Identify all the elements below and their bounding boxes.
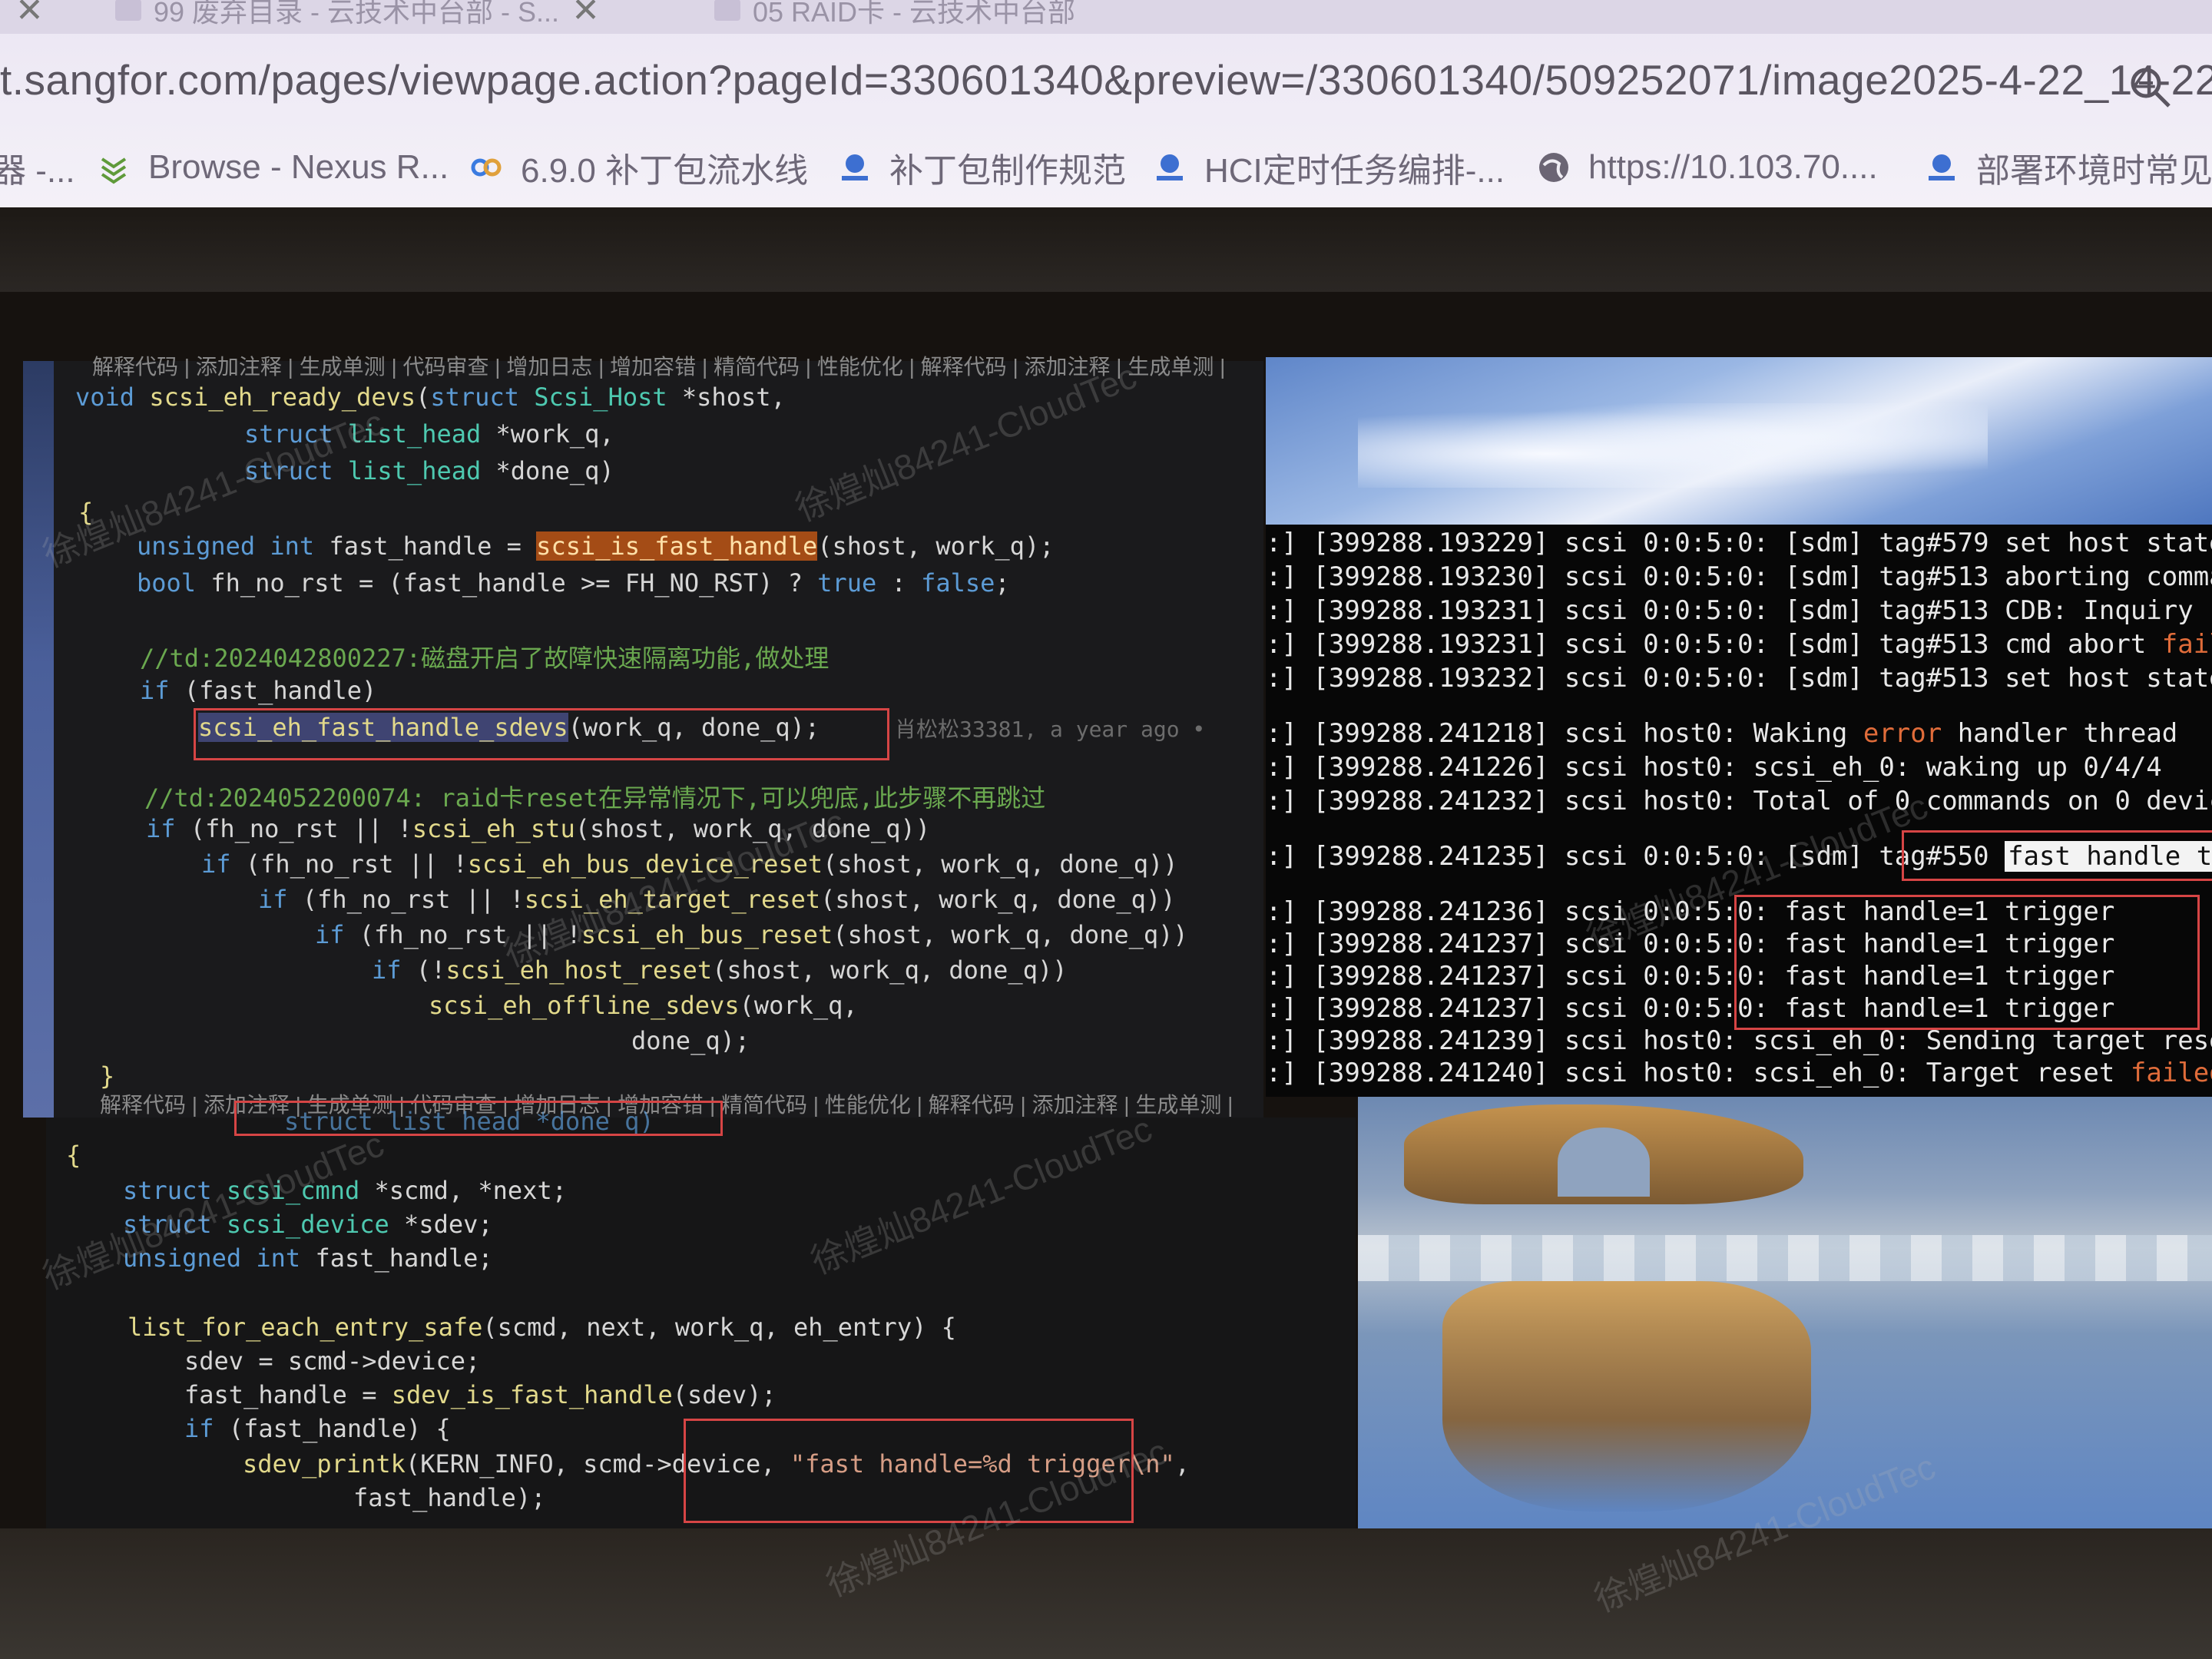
zoom-icon[interactable] — [2128, 65, 2174, 111]
log-line: :] [399288.193231] scsi 0:0:5:0: [sdm] t… — [1266, 629, 2212, 660]
code-line: void scsi_eh_ready_devs(struct Scsi_Host… — [75, 382, 786, 412]
pipeline-icon — [471, 158, 502, 177]
sangfor-icon — [842, 154, 868, 180]
code-line: unsigned int fast_handle = scsi_is_fast_… — [137, 531, 1055, 561]
highlight-box — [1902, 830, 2212, 881]
code-comment: //td:2024052200074: raid卡reset在异常情况下,可以兜… — [144, 783, 1046, 813]
waves-image — [1358, 1235, 2212, 1281]
monitor-bezel — [0, 207, 2212, 292]
sangfor-icon — [714, 0, 740, 21]
tab-close-icon[interactable]: ✕ — [15, 0, 44, 29]
code-line: if (fh_no_rst || !scsi_eh_bus_reset(shos… — [315, 920, 1188, 949]
line-number-gutter — [23, 361, 54, 1118]
tab-bar: ✕ 99 废弃目录 - 云技术中台部 - S... ✕ 05 RAID卡 - 云… — [0, 0, 2212, 34]
globe-icon — [1539, 153, 1568, 182]
browser-tab-1[interactable]: 99 废弃目录 - 云技术中台部 - S... ✕ — [115, 0, 600, 29]
code-line: fast_handle = sdev_is_fast_handle(sdev); — [184, 1380, 777, 1409]
log-line: :] [399288.241232] scsi host0: Total of … — [1266, 786, 2212, 816]
code-line: if (fast_handle) — [140, 676, 377, 705]
code-line: if (fast_handle) { — [184, 1414, 451, 1443]
wallpaper-sky — [1266, 357, 2212, 525]
bookmark-item[interactable]: 补丁包制作规范 — [837, 137, 1126, 198]
bookmark-item[interactable]: 器 -... — [0, 137, 75, 198]
log-line: :] [399288.193230] scsi 0:0:5:0: [sdm] t… — [1266, 561, 2212, 592]
bookmark-label: Browse - Nexus R... — [148, 148, 449, 186]
bookmark-item[interactable]: https://10.103.70.... — [1536, 137, 1878, 198]
code-line: if (!scsi_eh_host_reset(shost, work_q, d… — [372, 955, 1068, 985]
log-line: :] [399288.193231] scsi 0:0:5:0: [sdm] t… — [1266, 595, 2212, 626]
bookmark-label: 部署环境时常见错 — [1976, 152, 2212, 190]
highlight-box — [1734, 895, 2200, 1030]
bookmark-item[interactable]: 部署环境时常见错 — [1924, 137, 2212, 198]
log-line: :] [399288.241240] scsi host0: scsi_eh_0… — [1266, 1058, 2212, 1088]
git-blame-annotation[interactable]: 肖松松33381, a year ago • — [895, 713, 1205, 743]
address-bar[interactable]: t.sangfor.com/pages/viewpage.action?page… — [0, 48, 2212, 124]
log-line: :] [399288.241218] scsi host0: Waking er… — [1266, 718, 2178, 749]
bookmark-item[interactable]: 6.9.0 补丁包流水线 — [469, 137, 808, 198]
bookmark-label: 补丁包制作规范 — [889, 152, 1126, 190]
bookmark-label: https://10.103.70.... — [1588, 148, 1878, 186]
bookmarks-bar: 器 -... Browse - Nexus R... 6.9.0 补丁包流水线 … — [0, 137, 2212, 198]
log-line: :] [399288.193232] scsi 0:0:5:0: [sdm] t… — [1266, 663, 2212, 694]
bookmark-label: 器 -... — [0, 152, 75, 190]
browser-tab-2[interactable]: 05 RAID卡 - 云技术中台部 — [714, 0, 1075, 29]
bookmark-label: 6.9.0 补丁包流水线 — [521, 152, 809, 190]
terminal-log[interactable]: :] [399288.193229] scsi 0:0:5:0: [sdm] t… — [1266, 525, 2212, 1097]
code-line: scsi_eh_offline_sdevs(work_q, — [429, 991, 858, 1020]
code-line: list_for_each_entry_safe(scmd, next, wor… — [127, 1313, 956, 1342]
highlight-box — [234, 1101, 723, 1136]
tab-close-icon[interactable]: ✕ — [571, 0, 600, 30]
bookmark-item[interactable]: HCI定时任务编排-... — [1152, 137, 1505, 198]
log-line: :] [399288.241226] scsi host0: scsi_eh_0… — [1266, 752, 2162, 783]
url-text[interactable]: t.sangfor.com/pages/viewpage.action?page… — [0, 55, 2212, 104]
highlight-box — [194, 708, 889, 760]
bookmark-label: HCI定时任务编排-... — [1204, 152, 1505, 190]
browser-tab-title: 99 废弃目录 - 云技术中台部 - S... — [154, 0, 560, 28]
bookmark-item[interactable]: Browse - Nexus R... — [96, 137, 449, 198]
rock-reflection-image — [1442, 1281, 1811, 1512]
code-line: done_q); — [631, 1026, 750, 1055]
monitor-bezel — [0, 1528, 2212, 1659]
code-line: { — [66, 1141, 81, 1170]
rock-arch-image — [1404, 1104, 1803, 1204]
browser-window: ✕ 99 废弃目录 - 云技术中台部 - S... ✕ 05 RAID卡 - 云… — [0, 0, 2212, 207]
code-comment: //td:2024042800227:磁盘开启了故障快速隔离功能,做处理 — [140, 644, 830, 673]
sangfor-icon — [115, 0, 141, 21]
log-line: :] [399288.193229] scsi 0:0:5:0: [sdm] t… — [1266, 528, 2212, 558]
desktop-wallpaper — [1358, 1097, 2212, 1528]
sangfor-icon — [1929, 154, 1955, 180]
code-line: bool fh_no_rst = (fast_handle >= FH_NO_R… — [137, 568, 1010, 598]
code-line: } — [100, 1061, 115, 1091]
code-line: fast_handle); — [353, 1483, 546, 1512]
browser-tab-title: 05 RAID卡 - 云技术中台部 — [753, 0, 1076, 28]
nexus-icon — [101, 157, 127, 184]
sangfor-icon — [1157, 154, 1183, 180]
code-line: sdev = scmd->device; — [184, 1346, 481, 1376]
log-line: :] [399288.241239] scsi host0: scsi_eh_0… — [1266, 1025, 2212, 1056]
